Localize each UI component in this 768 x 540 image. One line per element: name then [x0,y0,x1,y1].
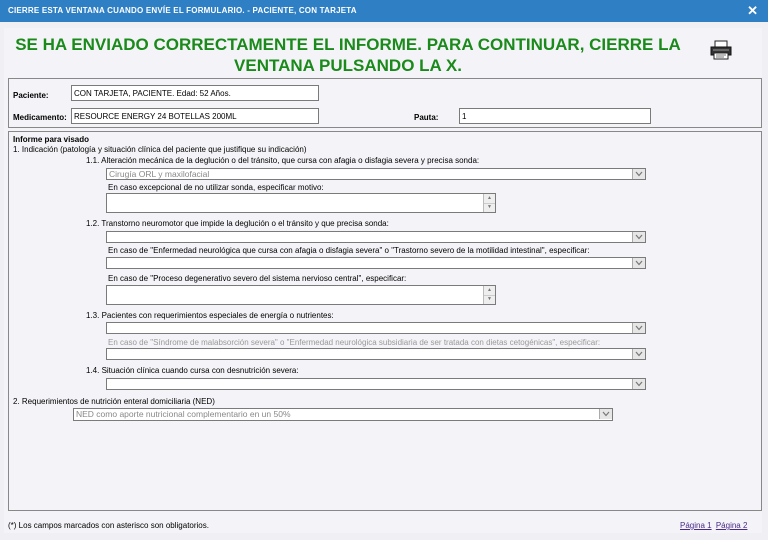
footer-note: (*) Los campos marcados con asterisco so… [8,521,209,530]
chevron-down-icon[interactable] [632,323,645,333]
q1-2-case1-label: En caso de "Enfermedad neurológica que c… [108,246,590,255]
q1-1-select-value: Cirugía ORL y maxilofacial [109,169,210,179]
chevron-down-icon[interactable] [632,349,645,359]
q2-label: 2. Requerimientos de nutrición enteral d… [13,397,215,406]
q1-3-case-select[interactable] [106,348,646,360]
chevron-down-icon[interactable] [599,409,612,419]
q1-2-case2-label: En caso de "Proceso degenerativo severo … [108,274,407,283]
close-icon[interactable]: ✕ [747,3,758,19]
printer-icon[interactable] [710,40,732,60]
page-1-link[interactable]: Página 1 [680,521,712,530]
paciente-field[interactable]: CON TARJETA, PACIENTE. Edad: 52 Años. [71,85,319,101]
q1-2-label: 1.2. Transtorno neuromotor que impide la… [86,219,389,228]
q1-4-select[interactable] [106,378,646,390]
q1-label: 1. Indicación (patología y situación clí… [13,145,307,154]
q1-2-case2-textarea[interactable]: ▲ ▼ [106,285,496,305]
window-titlebar: CIERRE ESTA VENTANA CUANDO ENVÍE EL FORM… [0,0,768,22]
informe-section: Informe para visado 1. Indicación (patol… [8,131,762,511]
form-frame: SE HA ENVIADO CORRECTAMENTE EL INFORME. … [4,28,762,533]
medicamento-field[interactable]: RESOURCE ENERGY 24 BOTELLAS 200ML [71,108,319,124]
informe-heading: Informe para visado [13,135,90,144]
pauta-field[interactable]: 1 [459,108,651,124]
q1-1-select[interactable]: Cirugía ORL y maxilofacial [106,168,646,180]
success-banner: SE HA ENVIADO CORRECTAMENTE EL INFORME. … [8,34,764,84]
patient-section: Paciente: CON TARJETA, PACIENTE. Edad: 5… [8,78,762,128]
q1-1-exc-textarea[interactable]: ▲ ▼ [106,193,496,213]
scroll-down-icon[interactable]: ▼ [484,203,495,212]
chevron-down-icon[interactable] [632,232,645,242]
pagination: Página 1 Página 2 [678,521,747,530]
chevron-down-icon[interactable] [632,379,645,389]
success-message: SE HA ENVIADO CORRECTAMENTE EL INFORME. … [15,35,681,75]
chevron-down-icon[interactable] [632,258,645,268]
q1-4-label: 1.4. Situación clínica cuando cursa con … [86,366,299,375]
q1-3-label: 1.3. Pacientes con requerimientos especi… [86,311,334,320]
q1-1-label: 1.1. Alteración mecánica de la deglución… [86,156,480,165]
scroll-down-icon[interactable]: ▼ [484,295,495,304]
q1-1-exc-label: En caso excepcional de no utilizar sonda… [108,183,324,192]
q2-select-value: NED como aporte nutricional complementar… [76,409,291,419]
pauta-label: Pauta: [414,113,439,122]
medicamento-label: Medicamento: [13,113,67,122]
page-2-link[interactable]: Página 2 [716,521,748,530]
chevron-down-icon[interactable] [632,169,645,179]
q1-3-case-label: En caso de "Síndrome de malabsorción sev… [108,338,601,347]
textarea-scrollbar[interactable]: ▲ ▼ [483,286,495,304]
q1-2-case1-select[interactable] [106,257,646,269]
paciente-label: Paciente: [13,91,49,100]
window-title: CIERRE ESTA VENTANA CUANDO ENVÍE EL FORM… [8,6,357,15]
textarea-scrollbar[interactable]: ▲ ▼ [483,194,495,212]
q2-select[interactable]: NED como aporte nutricional complementar… [73,408,613,421]
q1-2-select[interactable] [106,231,646,243]
q1-3-select[interactable] [106,322,646,334]
